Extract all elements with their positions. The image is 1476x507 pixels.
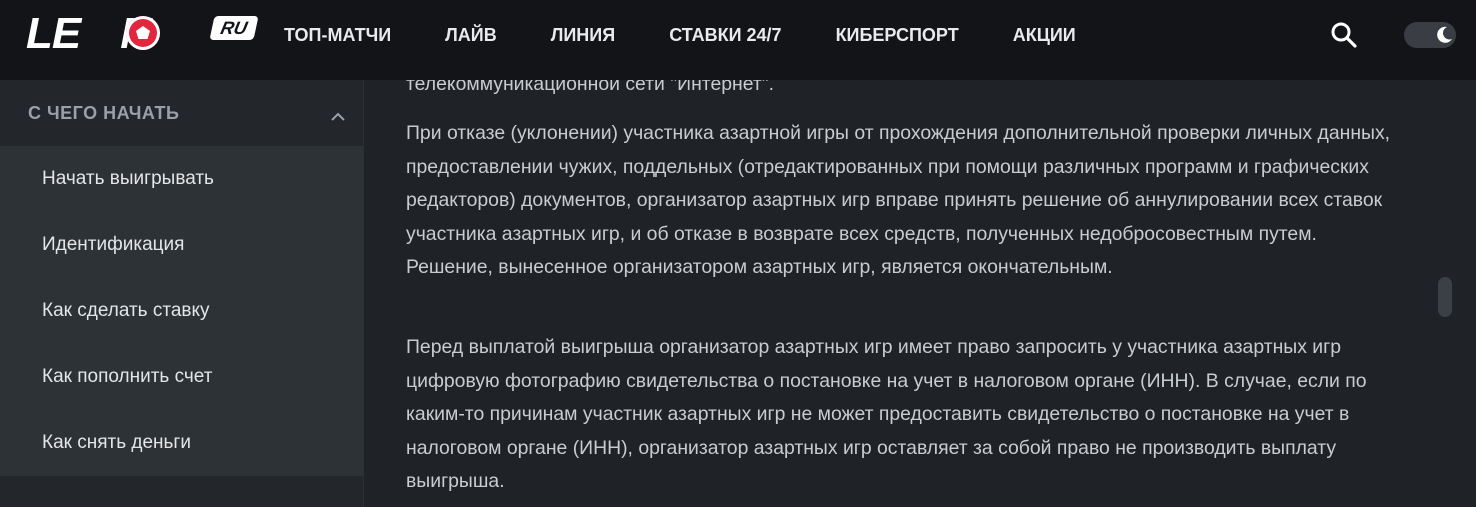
sidebar-item-deposit[interactable]: Как пополнить счет [0, 344, 363, 410]
article-paragraph: телекоммуникационной сети "Интернет". [406, 80, 775, 95]
sidebar-item-label: Как пополнить счет [42, 366, 213, 387]
sidebar-item-label: Как сделать ставку [42, 300, 210, 321]
sidebar-section-title: С ЧЕГО НАЧАТЬ [28, 103, 180, 123]
scrollbar-thumb[interactable] [1438, 277, 1452, 317]
nav-top-matches[interactable]: ТОП-МАТЧИ [284, 0, 391, 70]
nav-live[interactable]: ЛАЙВ [445, 0, 497, 70]
chevron-up-icon [330, 110, 346, 122]
sidebar-item-identification[interactable]: Идентификация [0, 212, 363, 278]
sidebar-section-header[interactable]: С ЧЕГО НАЧАТЬ [0, 80, 363, 146]
sidebar-item-start-winning[interactable]: Начать выигрывать [0, 146, 363, 212]
leon-logo[interactable]: LEN RU [26, 12, 259, 56]
sidebar: С ЧЕГО НАЧАТЬ Начать выигрывать Идентифи… [0, 80, 364, 507]
main-nav: ТОП-МАТЧИ ЛАЙВ ЛИНИЯ СТАВКИ 24/7 КИБЕРСП… [260, 0, 1106, 70]
sidebar-item-label: Идентификация [42, 234, 185, 255]
article-paragraph: Перед выплатой выигрыша организатор азар… [406, 336, 1367, 492]
sidebar-item-label: Начать выигрывать [42, 168, 214, 189]
article-content: телекоммуникационной сети "Интернет". Пр… [364, 80, 1432, 507]
moon-icon [1434, 25, 1454, 45]
theme-toggle[interactable] [1404, 22, 1456, 48]
article-paragraph: При отказе (уклонении) участника азартно… [406, 122, 1391, 278]
top-header: LEN RU ТОП-МАТЧИ ЛАЙВ ЛИНИЯ СТАВКИ 24/7 … [0, 0, 1476, 80]
sidebar-item-withdraw[interactable]: Как снять деньги [0, 410, 363, 476]
nav-promotions[interactable]: АКЦИИ [1013, 0, 1076, 70]
sidebar-list: Начать выигрывать Идентификация Как сдел… [0, 146, 363, 476]
logo-ball-icon [126, 16, 160, 50]
sidebar-item-how-to-bet[interactable]: Как сделать ставку [0, 278, 363, 344]
nav-line[interactable]: ЛИНИЯ [551, 0, 615, 70]
search-icon[interactable] [1330, 21, 1358, 49]
sidebar-item-label: Как снять деньги [42, 432, 191, 453]
logo-region-badge: RU [209, 16, 259, 40]
nav-bets-24-7[interactable]: СТАВКИ 24/7 [669, 0, 781, 70]
nav-esports[interactable]: КИБЕРСПОРТ [836, 0, 959, 70]
